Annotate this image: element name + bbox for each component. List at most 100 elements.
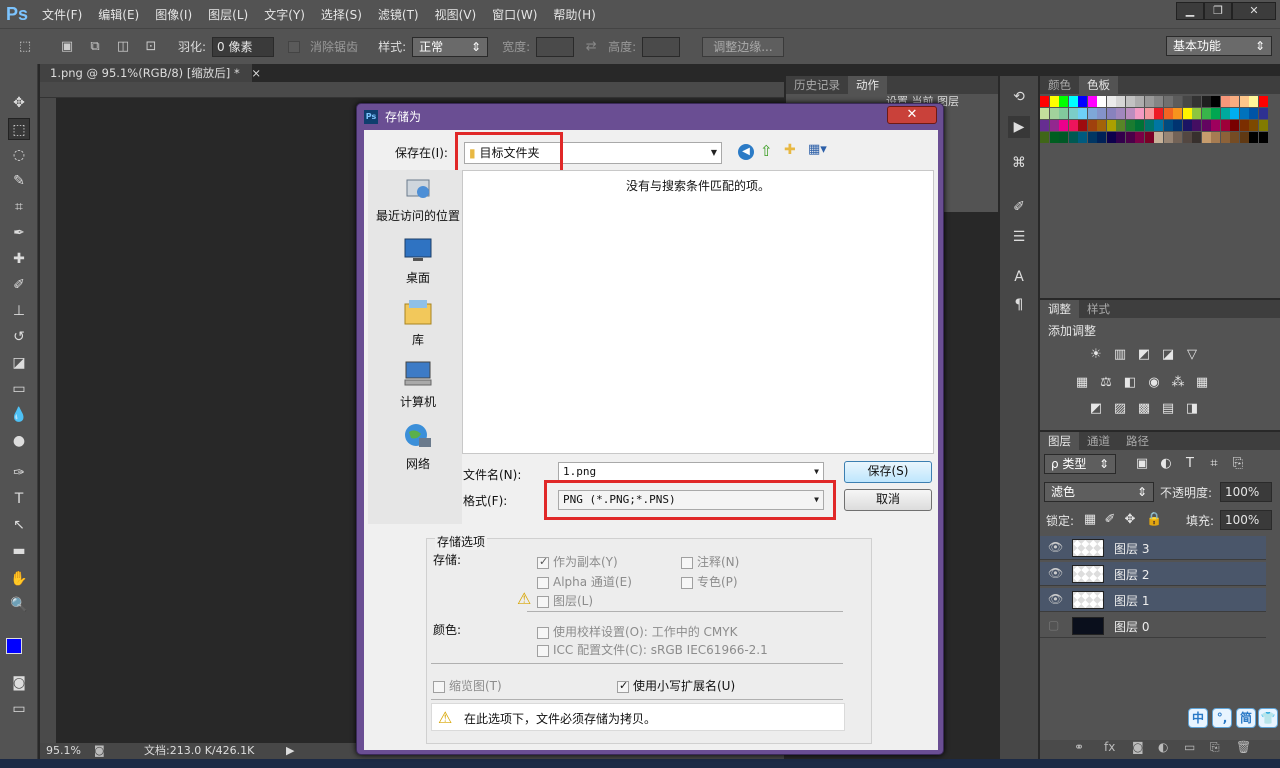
filter-type-icon[interactable]: T [1182, 457, 1198, 471]
color-swatch[interactable] [1154, 132, 1163, 143]
color-swatch[interactable] [1135, 132, 1144, 143]
paragraph-panel-icon[interactable]: ¶ [1008, 294, 1030, 316]
chevron-down-icon[interactable]: ▼ [814, 463, 819, 481]
posterize-icon[interactable]: ▨ [1112, 402, 1128, 416]
quick-mask-icon[interactable]: ◙ [8, 672, 30, 694]
color-swatch[interactable] [1239, 120, 1249, 131]
color-swatch[interactable] [1154, 120, 1163, 131]
color-swatch[interactable] [1144, 120, 1154, 131]
color-swatch[interactable] [1211, 108, 1220, 119]
layers-checkbox[interactable] [537, 595, 549, 608]
color-swatch[interactable] [1049, 108, 1059, 119]
color-swatch[interactable] [1201, 132, 1211, 143]
proof-checkbox[interactable] [537, 626, 549, 639]
spot-option[interactable]: 专色(P) [681, 573, 738, 590]
color-swatch[interactable] [1230, 96, 1239, 107]
eye-icon[interactable]: 👁 [1048, 540, 1063, 554]
color-swatch[interactable] [1144, 96, 1154, 107]
quick-select-tool-icon[interactable]: ✎ [8, 170, 30, 192]
menu-select[interactable]: 选择(S) [313, 6, 370, 23]
brush-panel-icon[interactable]: ✐ [1008, 196, 1030, 218]
color-swatch[interactable] [1173, 108, 1182, 119]
color-swatch[interactable] [1097, 132, 1106, 143]
channel-mixer-icon[interactable]: ⁂ [1170, 376, 1186, 390]
color-swatch[interactable] [1087, 132, 1097, 143]
color-swatch[interactable] [1249, 96, 1258, 107]
color-swatch[interactable] [1249, 108, 1258, 119]
color-swatch[interactable] [1154, 96, 1163, 107]
fill-input[interactable]: 100% [1220, 510, 1272, 530]
ime-chinese-icon[interactable]: 中 [1188, 708, 1208, 728]
swap-icon[interactable]: ⇄ [580, 36, 602, 58]
tab-history[interactable]: 历史记录 [786, 76, 848, 94]
color-swatch[interactable] [1040, 132, 1049, 143]
mask-icon[interactable]: ◙ [1132, 740, 1144, 754]
type-tool-icon[interactable]: T [8, 488, 30, 510]
color-swatch[interactable] [1097, 96, 1106, 107]
tab-channels[interactable]: 通道 [1079, 432, 1118, 450]
back-icon[interactable]: ◀ [738, 144, 754, 160]
place-network[interactable]: 网络 [368, 422, 468, 472]
dialog-close-button[interactable]: ✕ [887, 106, 937, 124]
new-folder-icon[interactable]: ✚ [784, 142, 796, 158]
color-swatch[interactable] [1097, 120, 1106, 131]
screen-mode-icon[interactable]: ▭ [8, 698, 30, 720]
thumbnail-option[interactable]: 缩览图(T) [433, 677, 502, 694]
info-panel-icon[interactable]: ⌘ [1008, 152, 1030, 174]
selective-color-icon[interactable]: ◨ [1184, 402, 1200, 416]
color-swatch[interactable] [1258, 132, 1268, 143]
color-swatch[interactable] [1097, 108, 1106, 119]
filter-smart-icon[interactable]: ⎘ [1230, 457, 1246, 471]
color-swatch[interactable] [1154, 108, 1163, 119]
color-swatch[interactable] [1201, 108, 1211, 119]
tab-paths[interactable]: 路径 [1118, 432, 1157, 450]
color-swatch[interactable] [1230, 120, 1239, 131]
place-desktop[interactable]: 桌面 [368, 236, 468, 286]
lowercase-option[interactable]: 使用小写扩展名(U) [617, 677, 735, 694]
brightness-icon[interactable]: ☀ [1088, 348, 1104, 362]
color-swatch[interactable] [1125, 120, 1135, 131]
color-swatch[interactable] [1059, 96, 1068, 107]
color-swatch[interactable] [1078, 96, 1087, 107]
layers-option[interactable]: 图层(L) [537, 592, 593, 609]
color-swatch[interactable] [1068, 96, 1078, 107]
color-swatch[interactable] [1220, 108, 1230, 119]
color-swatch[interactable] [1135, 108, 1144, 119]
clone-stamp-tool-icon[interactable]: ⊥ [8, 300, 30, 322]
color-swatch[interactable] [1087, 120, 1097, 131]
color-swatch[interactable] [1106, 96, 1116, 107]
hue-sat-icon[interactable]: ▦ [1074, 376, 1090, 390]
menu-window[interactable]: 窗口(W) [484, 6, 545, 23]
dodge-tool-icon[interactable]: ● [8, 430, 30, 452]
status-info-icon[interactable]: ◙ [94, 743, 105, 759]
color-swatch[interactable] [1059, 132, 1068, 143]
color-swatch[interactable] [1116, 96, 1125, 107]
color-swatch[interactable] [1239, 96, 1249, 107]
color-swatch[interactable] [1078, 120, 1087, 131]
menu-filter[interactable]: 滤镜(T) [370, 6, 427, 23]
filter-adjust-icon[interactable]: ◐ [1158, 457, 1174, 471]
refine-edge-button[interactable]: 调整边缘... [702, 36, 784, 57]
color-swatch[interactable] [1220, 132, 1230, 143]
color-swatch[interactable] [1078, 108, 1087, 119]
color-swatch[interactable] [1182, 132, 1192, 143]
height-input[interactable] [642, 36, 681, 57]
notes-option[interactable]: 注释(N) [681, 553, 739, 570]
vibrance-icon[interactable]: ▽ [1184, 348, 1200, 362]
close-window-button[interactable]: ✕ [1232, 2, 1276, 20]
menu-help[interactable]: 帮助(H) [545, 6, 603, 23]
notes-checkbox[interactable] [681, 556, 693, 569]
new-layer-icon[interactable]: ⎘ [1210, 740, 1220, 755]
color-swatch[interactable] [1106, 108, 1116, 119]
brush-tool-icon[interactable]: ✐ [8, 274, 30, 296]
color-swatch[interactable] [1211, 120, 1220, 131]
lasso-tool-icon[interactable]: ◌ [8, 144, 30, 166]
color-swatch[interactable] [1192, 108, 1201, 119]
cancel-button[interactable]: 取消 [844, 489, 932, 511]
view-menu-icon[interactable]: ▦▾ [808, 142, 827, 157]
color-swatch[interactable] [1049, 96, 1059, 107]
workspace-select[interactable]: 基本功能 ⇕ [1166, 36, 1272, 56]
curves-icon[interactable]: ◩ [1136, 348, 1152, 362]
color-swatch[interactable] [1173, 96, 1182, 107]
visibility-box-icon[interactable]: ▢ [1048, 618, 1059, 632]
